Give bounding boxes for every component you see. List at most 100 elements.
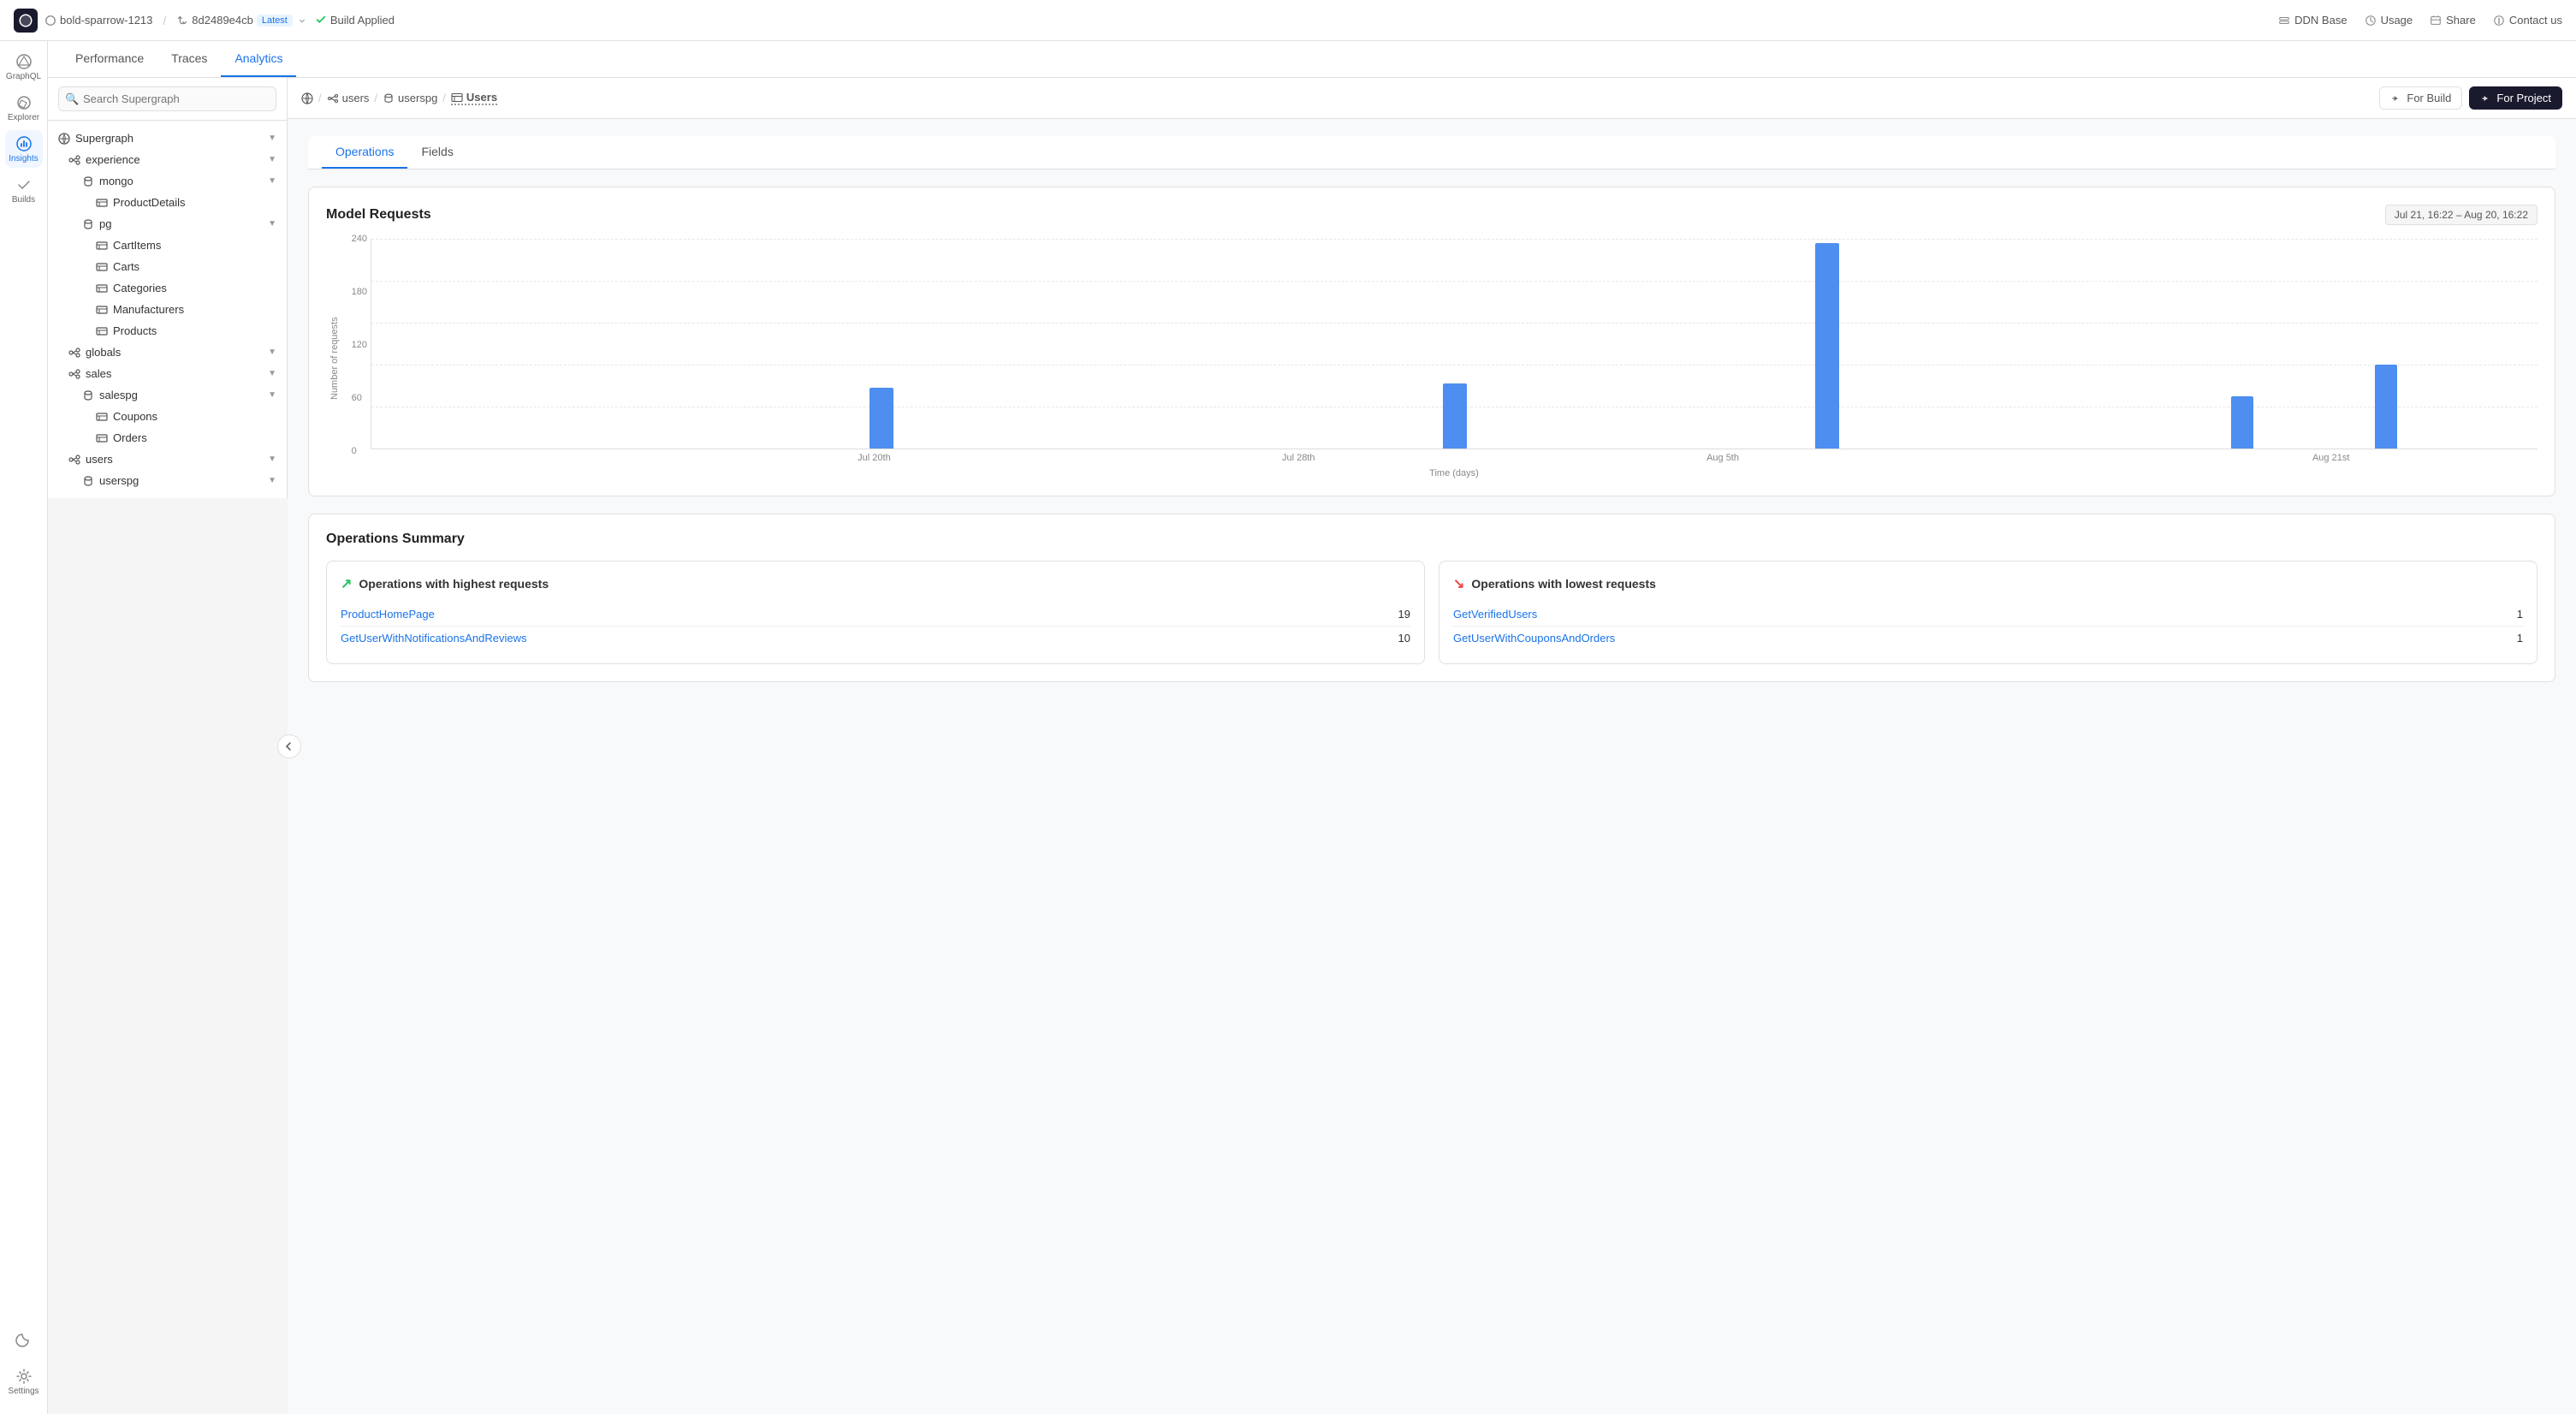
tree-mongo[interactable]: mongo ▼ — [48, 170, 287, 192]
breadcrumb-globe[interactable] — [301, 92, 313, 104]
chevron-sales: ▼ — [268, 369, 276, 378]
tree-carts[interactable]: Carts — [48, 256, 287, 277]
model-requests-header: Model Requests Jul 21, 16:22 – Aug 20, 1… — [326, 205, 2537, 225]
chevron-supergraph: ▼ — [268, 134, 276, 143]
build-status: Build Applied — [315, 14, 395, 27]
tree-supergraph[interactable]: Supergraph ▼ — [48, 128, 287, 149]
ops-highest-row-2: GetUserWithNotificationsAndReviews 10 — [341, 627, 1410, 650]
separator-1: / — [163, 14, 166, 27]
nav-graphql-label: GraphQL — [6, 72, 41, 81]
breadcrumb-sep-1: / — [318, 92, 322, 104]
y-tick-0: 0 — [352, 446, 367, 456]
breadcrumb-users-table[interactable]: Users — [451, 91, 497, 105]
tree-products[interactable]: Products — [48, 320, 287, 342]
chart-plot-area — [371, 239, 2537, 449]
tab-analytics[interactable]: Analytics — [221, 41, 296, 77]
sub-tab-operations[interactable]: Operations — [322, 136, 407, 169]
share-btn[interactable]: Share — [2430, 14, 2476, 27]
ops-lowest-link-1[interactable]: GetVerifiedUsers — [1453, 608, 1537, 621]
bar-group-jul28 — [810, 239, 953, 449]
bar-aug5 — [1443, 383, 1467, 449]
nav-insights[interactable]: Insights — [5, 130, 43, 168]
nav-explorer[interactable]: Explorer — [5, 89, 43, 127]
main-nav-tabs: Performance Traces Analytics — [48, 41, 2576, 78]
ops-lowest-row-1: GetVerifiedUsers 1 — [1453, 603, 2523, 627]
breadcrumb-userspg-label: userspg — [398, 92, 437, 104]
tree-coupons[interactable]: Coupons — [48, 406, 287, 427]
ops-lowest-title: Operations with lowest requests — [1471, 577, 1656, 591]
topbar: bold-sparrow-1213 / 8d2489e4cb Latest Bu… — [0, 0, 2576, 41]
nav-dark-mode[interactable] — [5, 1322, 43, 1359]
for-build-label: For Build — [2407, 92, 2451, 104]
sidebar-search-area: 🔍 — [48, 78, 287, 121]
tree-orders[interactable]: Orders — [48, 427, 287, 449]
sub-tab-fields[interactable]: Fields — [407, 136, 466, 169]
sidebar-tree: Supergraph ▼ experience ▼ mongo — [48, 121, 287, 498]
ops-highest-title: Operations with highest requests — [359, 577, 549, 591]
tab-traces[interactable]: Traces — [157, 41, 221, 77]
y-tick-180: 180 — [352, 287, 367, 297]
tree-cartitems-label: CartItems — [113, 239, 161, 252]
tree-pg[interactable]: pg ▼ — [48, 213, 287, 235]
search-input[interactable] — [58, 86, 276, 111]
tree-salespg[interactable]: salespg ▼ — [48, 384, 287, 406]
tree-sales-label: sales — [86, 367, 111, 380]
contact-btn[interactable]: Contact us — [2493, 14, 2562, 27]
tree-cartitems[interactable]: CartItems — [48, 235, 287, 256]
y-tick-60: 60 — [352, 393, 367, 403]
bar-group-aug21b — [2329, 239, 2443, 449]
branch-ref[interactable]: 8d2489e4cb Latest — [176, 14, 308, 27]
x-label-jul20: Jul 20th — [804, 453, 945, 466]
for-project-btn[interactable]: For Project — [2469, 86, 2562, 110]
chevron-experience: ▼ — [268, 155, 276, 164]
sub-tabs: Operations Fields — [308, 136, 2555, 169]
project-name[interactable]: bold-sparrow-1213 — [45, 14, 152, 27]
y-tick-240: 240 — [352, 234, 367, 244]
tree-userspg[interactable]: userspg ▼ — [48, 470, 287, 491]
tree-mongo-label: mongo — [99, 175, 134, 187]
tree-productdetails[interactable]: ProductDetails — [48, 192, 287, 213]
ops-lowest-count-2: 1 — [2517, 632, 2523, 645]
breadcrumb-users[interactable]: users — [327, 92, 370, 104]
tree-sales[interactable]: sales ▼ — [48, 363, 287, 384]
latest-badge: Latest — [257, 15, 293, 27]
tree-salespg-label: salespg — [99, 389, 138, 401]
ops-lowest-link-2[interactable]: GetUserWithCouponsAndOrders — [1453, 632, 1615, 645]
tree-categories[interactable]: Categories — [48, 277, 287, 299]
for-project-label: For Project — [2496, 92, 2551, 104]
tree-supergraph-label: Supergraph — [75, 132, 134, 145]
x-spacer-5 — [2444, 453, 2529, 466]
breadcrumb-userspg[interactable]: userspg — [383, 92, 437, 104]
bar-aug21a — [2231, 396, 2253, 449]
ops-highest-count-1: 19 — [1398, 608, 1410, 621]
tab-performance[interactable]: Performance — [62, 41, 157, 77]
tree-globals[interactable]: globals ▼ — [48, 342, 287, 363]
nav-builds[interactable]: Builds — [5, 171, 43, 209]
chevron-globals: ▼ — [268, 348, 276, 357]
bars-container — [371, 239, 2537, 449]
ddn-base-btn[interactable]: DDN Base — [2278, 14, 2347, 27]
breadcrumb-bar: / users / userspg / User — [288, 78, 2576, 119]
tree-users[interactable]: users ▼ — [48, 449, 287, 470]
ops-highest-link-1[interactable]: ProductHomePage — [341, 608, 435, 621]
usage-btn[interactable]: Usage — [2365, 14, 2413, 27]
chevron-pg: ▼ — [268, 219, 276, 229]
nav-graphql[interactable]: GraphQL — [5, 48, 43, 86]
x-axis-label: Time (days) — [371, 468, 2537, 478]
tree-experience[interactable]: experience ▼ — [48, 149, 287, 170]
ops-card-highest: ↗ Operations with highest requests Produ… — [326, 561, 1425, 664]
bar-aug21b — [2375, 365, 2397, 449]
tree-userspg-label: userspg — [99, 474, 139, 487]
ops-grid: ↗ Operations with highest requests Produ… — [326, 561, 2537, 664]
x-spacer-1 — [379, 453, 804, 466]
nav-settings[interactable]: Settings — [5, 1363, 43, 1400]
sidebar-collapse-btn[interactable] — [277, 734, 301, 758]
content-area: Operations Fields Model Requests Jul 21,… — [288, 119, 2576, 1414]
ops-highest-header: ↗ Operations with highest requests — [341, 575, 1410, 592]
chevron-mongo: ▼ — [268, 176, 276, 186]
tree-manufacturers[interactable]: Manufacturers — [48, 299, 287, 320]
for-build-btn[interactable]: For Build — [2379, 86, 2462, 110]
icon-bar: GraphQL Explorer Insights Builds Setting… — [0, 41, 48, 1414]
ops-highest-link-2[interactable]: GetUserWithNotificationsAndReviews — [341, 632, 526, 645]
ops-summary-header: Operations Summary — [326, 532, 2537, 547]
